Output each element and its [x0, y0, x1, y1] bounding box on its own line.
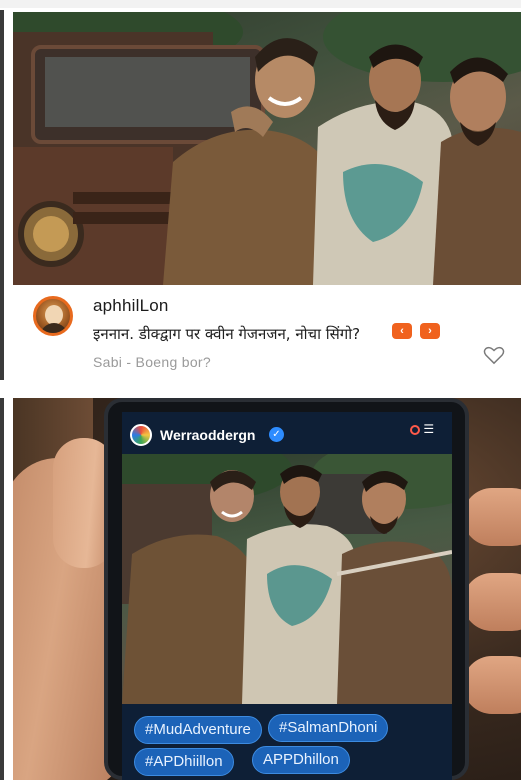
- author-avatar[interactable]: [33, 296, 73, 336]
- prev-button[interactable]: ‹: [392, 323, 412, 339]
- top-edge-strip: [0, 0, 521, 8]
- post-caption: इननान. डीक्द्वाग पर क्वीन गेजनजन, नोचा स…: [93, 325, 361, 343]
- finger-2: [463, 573, 521, 631]
- post-username[interactable]: aphhilLon: [93, 296, 169, 316]
- phone-menu-button[interactable]: ☰: [410, 422, 434, 436]
- post-card: aphhilLon इननान. डीक्द्वाग पर क्वीन गेजन…: [13, 286, 521, 390]
- heart-outline-icon[interactable]: [483, 345, 505, 365]
- left-divider: [0, 10, 4, 380]
- post-photo[interactable]: [13, 12, 521, 285]
- verified-badge-icon: ✓: [269, 427, 284, 442]
- phone-author-avatar[interactable]: [130, 424, 152, 446]
- post-photo-illustration: [13, 12, 521, 285]
- hashtag-chip[interactable]: #MudAdventure: [134, 716, 262, 744]
- record-icon: [410, 424, 420, 435]
- finger-1: [463, 488, 521, 546]
- post-subline: Sabi - Boeng bor?: [93, 354, 211, 370]
- left-divider-bottom: [0, 398, 4, 780]
- menu-icon: ☰: [423, 422, 435, 436]
- phone-post-header: Werraoddergn ✓ ☰: [122, 412, 452, 452]
- hashtag-chip[interactable]: #APDhiillon: [134, 748, 234, 776]
- avatar-face: [45, 305, 63, 325]
- phone-username[interactable]: Werraoddergn: [160, 427, 255, 443]
- phone-post-photo[interactable]: [122, 454, 452, 704]
- hashtag-chip[interactable]: APPDhillon: [252, 746, 350, 774]
- phone-scene-photo: Werraoddergn ✓ ☰ #MudAdventure #SalmanDh…: [13, 398, 521, 780]
- next-button[interactable]: ›: [420, 323, 440, 339]
- finger-3: [463, 656, 521, 714]
- hashtag-chip[interactable]: #SalmanDhoni: [268, 714, 389, 742]
- avatar-body: [40, 323, 68, 333]
- phone-photo-illustration: [122, 454, 452, 704]
- phone-screen: Werraoddergn ✓ ☰ #MudAdventure #SalmanDh…: [122, 412, 452, 780]
- phone-device: Werraoddergn ✓ ☰ #MudAdventure #SalmanDh…: [104, 398, 469, 780]
- hashtag-bar: #MudAdventure #SalmanDhoni #APDhiillon A…: [122, 704, 452, 780]
